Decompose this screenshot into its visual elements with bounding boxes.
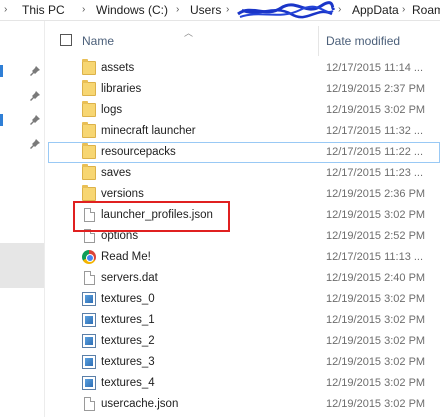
image-icon	[82, 376, 96, 390]
file-date: 12/19/2015 2:52 PM	[326, 230, 426, 242]
file-name: minecraft launcher	[101, 125, 196, 137]
chevron-right-icon: ›	[402, 4, 406, 15]
file-row[interactable]: textures_0 12/19/2015 3:02 PM	[48, 289, 440, 310]
column-date-modified-header[interactable]: Date modified	[326, 34, 400, 48]
file-date: 12/19/2015 2:40 PM	[326, 272, 426, 284]
file-name: textures_0	[101, 293, 155, 305]
column-divider[interactable]	[318, 26, 319, 56]
image-icon	[82, 355, 96, 369]
file-row-focused[interactable]: resourcepacks 12/17/2015 11:22 ...	[48, 142, 440, 163]
nav-item-marker	[0, 65, 3, 77]
chevron-right-icon: ›	[226, 4, 230, 15]
file-row[interactable]: Read Me! 12/17/2015 11:13 ...	[48, 247, 440, 268]
file-name: logs	[101, 104, 123, 116]
breadcrumb-windows-c[interactable]: Windows (C:)	[96, 3, 168, 17]
sort-ascending-icon: ︿	[184, 28, 194, 38]
file-date: 12/19/2015 3:02 PM	[326, 356, 426, 368]
file-row[interactable]: servers.dat 12/19/2015 2:40 PM	[48, 268, 440, 289]
file-date: 12/17/2015 11:14 ...	[326, 62, 424, 74]
chevron-right-icon: ›	[176, 4, 180, 15]
breadcrumb-users[interactable]: Users	[190, 3, 221, 17]
file-date: 12/19/2015 2:36 PM	[326, 188, 426, 200]
file-name: textures_4	[101, 377, 155, 389]
chevron-right-icon: ›	[82, 4, 86, 15]
file-row[interactable]: textures_2 12/19/2015 3:02 PM	[48, 331, 440, 352]
file-name: textures_2	[101, 335, 155, 347]
image-icon	[82, 292, 96, 306]
file-name: servers.dat	[101, 272, 158, 284]
file-name: libraries	[101, 83, 142, 95]
breadcrumb-roaming[interactable]: Roam	[412, 3, 440, 17]
file-list: assets 12/17/2015 11:14 ... libraries 12…	[48, 58, 440, 415]
chrome-icon	[82, 250, 96, 264]
file-name: usercache.json	[101, 398, 179, 410]
address-bar[interactable]: › This PC › Windows (C:) › Users › › App…	[0, 0, 440, 21]
nav-item-selected[interactable]	[0, 243, 44, 288]
file-row[interactable]: minecraft launcher 12/17/2015 11:32 ...	[48, 121, 440, 142]
file-name: resourcepacks	[101, 146, 176, 158]
image-icon	[82, 313, 96, 327]
file-date: 12/19/2015 3:02 PM	[326, 104, 426, 116]
file-date: 12/19/2015 3:02 PM	[326, 398, 426, 410]
navigation-pane[interactable]	[0, 21, 45, 417]
pin-icon[interactable]	[30, 66, 40, 76]
folder-icon	[82, 143, 96, 159]
file-date: 12/17/2015 11:22 ...	[326, 146, 424, 158]
folder-icon	[82, 80, 96, 96]
file-name: saves	[101, 167, 132, 179]
file-row[interactable]: textures_3 12/19/2015 3:02 PM	[48, 352, 440, 373]
select-all-checkbox[interactable]	[60, 34, 72, 46]
image-icon	[82, 334, 96, 348]
file-name: textures_1	[101, 314, 155, 326]
folder-icon	[82, 59, 96, 75]
file-name: versions	[101, 188, 144, 200]
pin-icon[interactable]	[30, 139, 40, 149]
highlight-annotation-box	[73, 201, 230, 232]
file-date: 12/19/2015 3:02 PM	[326, 209, 426, 221]
file-date: 12/19/2015 3:02 PM	[326, 293, 426, 305]
redaction-scribble	[237, 1, 336, 19]
column-header: Name ︿ Date modified	[48, 26, 440, 56]
file-row[interactable]: libraries 12/19/2015 2:37 PM	[48, 79, 440, 100]
file-date: 12/19/2015 3:02 PM	[326, 314, 426, 326]
file-name: textures_3	[101, 356, 155, 368]
file-row[interactable]: logs 12/19/2015 3:02 PM	[48, 100, 440, 121]
file-icon	[84, 271, 95, 285]
file-row[interactable]: assets 12/17/2015 11:14 ...	[48, 58, 440, 79]
chevron-right-icon: ›	[4, 4, 8, 15]
file-row[interactable]: saves 12/17/2015 11:23 ...	[48, 163, 440, 184]
folder-icon	[82, 122, 96, 138]
file-name: Read Me!	[101, 251, 151, 263]
file-date: 12/17/2015 11:32 ...	[326, 125, 424, 137]
chevron-right-icon: ›	[338, 4, 342, 15]
file-date: 12/17/2015 11:13 ...	[326, 251, 424, 263]
file-date: 12/19/2015 3:02 PM	[326, 335, 426, 347]
file-date: 12/19/2015 2:37 PM	[326, 83, 426, 95]
breadcrumb-this-pc[interactable]: This PC	[22, 3, 65, 17]
nav-item-marker	[0, 114, 3, 126]
file-row[interactable]: usercache.json 12/19/2015 3:02 PM	[48, 394, 440, 415]
file-icon	[84, 397, 95, 411]
file-date: 12/17/2015 11:23 ...	[326, 167, 424, 179]
folder-icon	[82, 101, 96, 117]
pin-icon[interactable]	[30, 115, 40, 125]
file-date: 12/19/2015 3:02 PM	[326, 377, 426, 389]
column-name-header[interactable]: Name	[82, 34, 114, 48]
breadcrumb-appdata[interactable]: AppData	[352, 3, 399, 17]
folder-icon	[82, 185, 96, 201]
folder-icon	[82, 164, 96, 180]
file-row[interactable]: textures_4 12/19/2015 3:02 PM	[48, 373, 440, 394]
file-name: assets	[101, 62, 135, 74]
file-row[interactable]: textures_1 12/19/2015 3:02 PM	[48, 310, 440, 331]
pin-icon[interactable]	[30, 91, 40, 101]
